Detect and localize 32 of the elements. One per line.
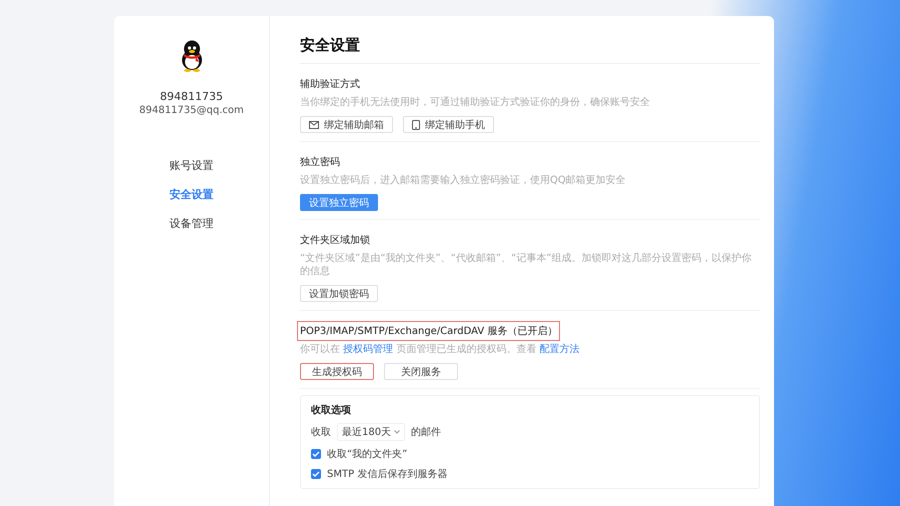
section-description: “文件夹区域”是由“我的文件夹”、“代收邮箱”、“记事本”组成。加锁即对这几部分设置密码，以保护你的信息	[300, 252, 752, 278]
chevron-down-icon	[394, 430, 400, 434]
action-button[interactable]: 关闭服务	[384, 363, 458, 380]
fetch-suffix: 的邮件	[411, 426, 442, 439]
mail-icon	[309, 120, 319, 128]
section-title: 文件夹区域加锁	[299, 234, 371, 248]
page-title: 安全设置	[300, 36, 760, 64]
fetch-label: 收取	[311, 426, 331, 439]
range-dropdown[interactable]: 最近180天	[337, 423, 406, 441]
action-button[interactable]: 生成授权码	[300, 363, 374, 380]
action-button[interactable]: 绑定辅助邮箱	[300, 116, 393, 133]
text-link[interactable]: 授权码管理	[343, 344, 394, 355]
sidebar-item[interactable]: 设备管理	[170, 216, 214, 231]
section-title: POP3/IMAP/SMTP/Exchange/CardDAV 服务（已开启）	[297, 321, 560, 341]
action-button[interactable]: 绑定辅助手机	[403, 116, 494, 133]
section-title: 独立密码	[299, 156, 341, 170]
section-description: 当你绑定的手机无法使用时，可通过辅助验证方式验证你的身份，确保账号安全	[300, 96, 651, 109]
account-email: 894811735@qq.com	[139, 105, 244, 116]
section-title: 辅助验证方式	[299, 78, 361, 92]
sidebar-item[interactable]: 账号设置	[170, 158, 214, 173]
section-description: 你可以在 授权码管理 页面管理已生成的授权码。查看 配置方法	[300, 343, 581, 356]
action-button[interactable]: 设置加锁密码	[300, 285, 378, 302]
text-link[interactable]: 配置方法	[540, 344, 580, 355]
account-number: 894811735	[160, 90, 223, 103]
panel-title: 收取选项	[311, 404, 352, 417]
checkbox[interactable]	[311, 469, 321, 479]
checkbox[interactable]	[311, 449, 321, 459]
sidebar-item[interactable]: 安全设置	[170, 187, 214, 202]
checkbox-label: SMTP 发信后保存到服务器	[327, 468, 448, 481]
section-description: 设置独立密码后，进入邮箱需要输入独立密码验证，使用QQ邮箱更加安全	[300, 174, 627, 187]
phone-icon	[412, 120, 420, 130]
checkbox-label: 收取“我的文件夹”	[327, 448, 408, 461]
